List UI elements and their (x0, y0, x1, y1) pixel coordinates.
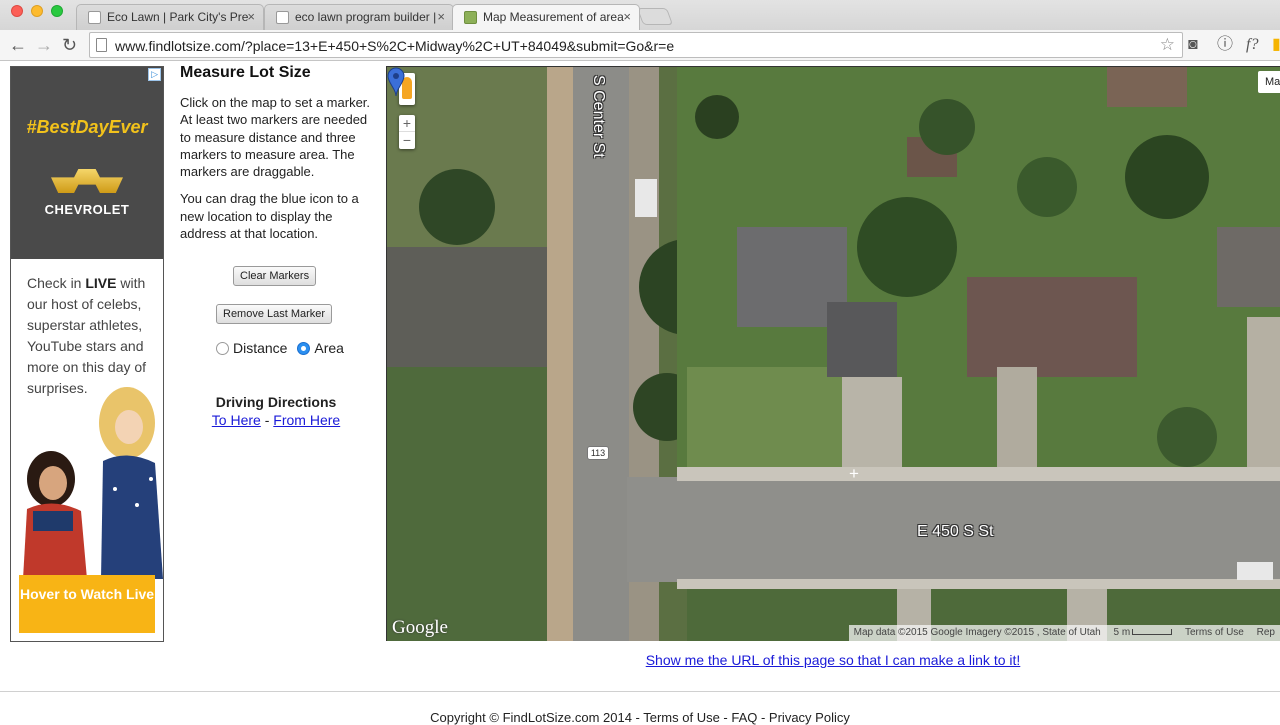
share-url-link[interactable]: Show me the URL of this page so that I c… (646, 652, 1021, 668)
browser-tab-program-builder[interactable]: eco lawn program builder | × (264, 4, 454, 30)
pocket-extension-icon[interactable]: ◙ (1188, 34, 1198, 56)
address-bar[interactable]: www.findlotsize.com/?place=13+E+450+S%2C… (89, 32, 1183, 58)
overflow-extension-icon[interactable]: ▮ (1272, 34, 1280, 56)
google-logo: Google (392, 617, 448, 638)
browser-tab-eco-lawn[interactable]: Eco Lawn | Park City's Pre × (76, 4, 264, 30)
footer-divider (0, 691, 1280, 692)
bookmark-star-icon[interactable]: ☆ (1160, 35, 1175, 55)
directions-separator: - (264, 412, 270, 428)
info-extension-icon[interactable]: ⓘ (1217, 34, 1233, 56)
map-type-button[interactable]: Ma (1258, 71, 1280, 93)
page-icon (96, 38, 107, 52)
page-favicon-icon (88, 11, 101, 24)
ad-brand-name: CHEVROLET (44, 202, 130, 217)
zoom-control: + − (399, 115, 415, 149)
forward-arrow-icon[interactable]: → (35, 33, 53, 57)
chevrolet-ad[interactable]: ▷ #BestDayEver CHEVROLET Check in LIVE w… (10, 66, 164, 642)
measure-mode-group: Distance Area (216, 340, 344, 356)
tab-title: Map Measurement of area (483, 10, 624, 24)
map-attribution: Map data ©2015 Google Imagery ©2015 , St… (848, 625, 1280, 641)
street-label-450-s: E 450 S St (917, 523, 994, 540)
share-url-bar: Show me the URL of this page so that I c… (386, 652, 1280, 668)
to-here-link[interactable]: To Here (212, 412, 261, 428)
formula-extension-icon[interactable]: f? (1246, 34, 1258, 56)
reload-icon[interactable]: ↻ (62, 33, 77, 57)
from-here-link[interactable]: From Here (273, 412, 340, 428)
area-radio[interactable] (297, 342, 311, 355)
distance-label[interactable]: Distance (233, 340, 287, 356)
tab-close-icon[interactable]: × (437, 5, 445, 29)
browser-toolbar: ← → ↻ www.findlotsize.com/?place=13+E+45… (0, 30, 1280, 61)
tab-title: Eco Lawn | Park City's Pre (107, 10, 249, 24)
measure-panel: Measure Lot Size Click on the map to set… (180, 62, 376, 428)
map-scale: 5 m (1109, 627, 1178, 638)
street-label-center-st: S Center St (590, 75, 607, 158)
adchoices-icon[interactable]: ▷ (148, 68, 161, 81)
address-url[interactable]: www.findlotsize.com/?place=13+E+450+S%2C… (115, 38, 674, 54)
hover-watch-live-button[interactable]: Hover to Watch Live (19, 575, 155, 633)
satellite-map[interactable]: S Center St E 450 S St 113 + − Ma + Goog… (386, 66, 1280, 641)
map-report-link[interactable]: Rep (1252, 627, 1280, 638)
scale-bar-icon (1132, 629, 1173, 635)
ad-brand-panel (11, 67, 163, 259)
window-minimize-button[interactable] (31, 5, 43, 17)
crosshair-cursor-icon: + (849, 464, 859, 483)
clear-markers-button[interactable]: Clear Markers (233, 266, 317, 286)
panel-title: Measure Lot Size (180, 64, 311, 81)
window-maximize-button[interactable] (51, 5, 63, 17)
browser-tab-map-measurement[interactable]: Map Measurement of area × (452, 4, 640, 30)
zoom-out-button[interactable]: − (399, 132, 415, 149)
driving-directions: Driving Directions To Here - From Here (180, 394, 372, 428)
distance-radio[interactable] (216, 342, 229, 355)
tab-close-icon[interactable]: × (623, 5, 631, 29)
footer: Copyright © FindLotSize.com 2014 - Terms… (430, 710, 850, 725)
zoom-in-button[interactable]: + (399, 115, 415, 132)
location-marker-icon[interactable] (387, 67, 405, 97)
panel-drag-note: You can drag the blue icon to a new loca… (180, 191, 359, 242)
map-favicon-icon (464, 11, 477, 24)
back-arrow-icon[interactable]: ← (9, 33, 27, 57)
panel-instructions: Click on the map to set a marker. At lea… (180, 95, 371, 180)
satellite-imagery (387, 67, 1280, 641)
tab-title: eco lawn program builder | (295, 10, 437, 24)
new-tab-button[interactable] (636, 8, 674, 25)
window-close-button[interactable] (11, 5, 23, 17)
ad-hashtag: #BestDayEver (26, 117, 148, 137)
driving-directions-title: Driving Directions (215, 394, 337, 410)
ad-hosts-image (23, 387, 163, 579)
remove-last-marker-button[interactable]: Remove Last Marker (216, 304, 333, 324)
map-terms-link[interactable]: Terms of Use (1180, 627, 1249, 638)
tab-close-icon[interactable]: × (247, 5, 255, 29)
page-favicon-icon (276, 11, 289, 24)
area-label[interactable]: Area (314, 340, 344, 356)
map-data-credit: Map data ©2015 Google Imagery ©2015 , St… (853, 627, 1101, 638)
browser-tab-bar: Eco Lawn | Park City's Pre × eco lawn pr… (0, 0, 1280, 30)
route-shield: 113 (587, 446, 609, 460)
